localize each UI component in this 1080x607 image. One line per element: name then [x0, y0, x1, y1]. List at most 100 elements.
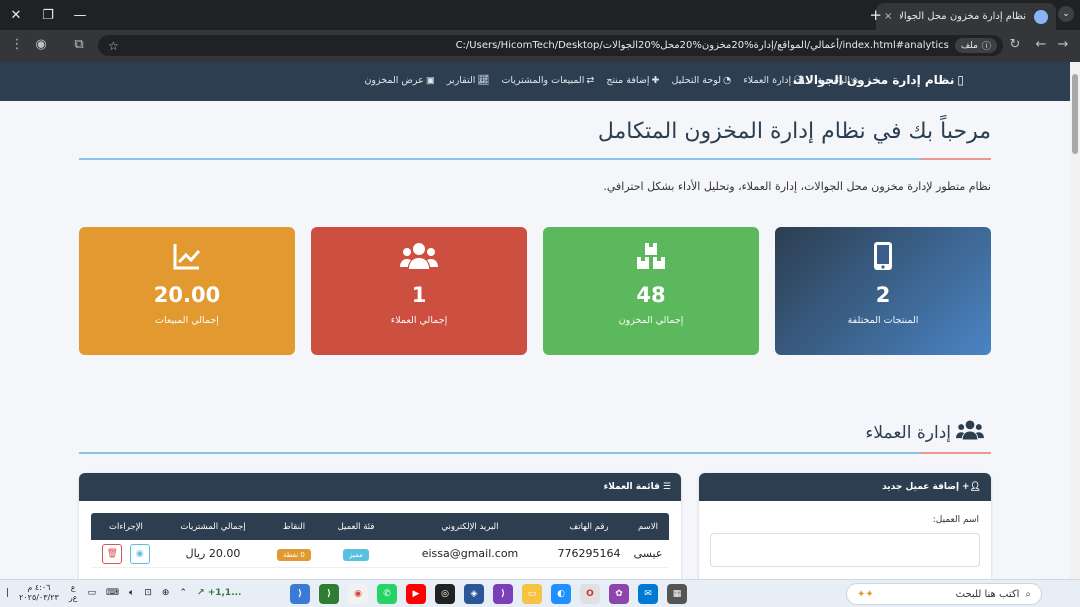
- taskbar-search[interactable]: ⌕ اكتب هنا للبحث ✦✦: [846, 583, 1042, 605]
- file-explorer-icon[interactable]: ▭: [522, 584, 542, 604]
- new-tab-button[interactable]: +: [869, 6, 882, 24]
- table-header: الاسم رقم الهاتف البريد الإلكتروني فئة ا…: [91, 513, 669, 540]
- keyboard-icon[interactable]: ⌨: [106, 588, 119, 598]
- nav-link-add-product[interactable]: ✚ إضافة منتج: [606, 75, 659, 86]
- reload-icon[interactable]: ↻: [1006, 37, 1024, 52]
- opera-icon[interactable]: O: [580, 584, 600, 604]
- nav-link-inventory[interactable]: ▣ عرض المخزون: [364, 75, 434, 86]
- nav-link-analytics[interactable]: ◔ لوحة التحليل: [672, 75, 732, 86]
- location-icon[interactable]: ⊕: [162, 588, 170, 598]
- user-plus-icon: 👤︎+: [962, 482, 981, 492]
- customer-name-input[interactable]: [710, 533, 980, 567]
- battery-icon[interactable]: ▭: [87, 588, 96, 598]
- stat-label: إجمالي العملاء: [390, 315, 448, 326]
- col-header: البريد الإلكتروني: [441, 521, 499, 532]
- col-header: رقم الهاتف: [569, 521, 609, 532]
- restore-window-icon[interactable]: ❐: [32, 0, 64, 30]
- title-divider: [79, 158, 991, 160]
- customers-table: الاسم رقم الهاتف البريد الإلكتروني فئة ا…: [91, 513, 669, 568]
- visual-studio-icon[interactable]: ⟩: [493, 584, 513, 604]
- tab-favicon-icon: [1034, 9, 1048, 24]
- mobile-icon: ▯: [957, 73, 964, 87]
- whatsapp-icon[interactable]: ✆: [377, 584, 397, 604]
- view-customer-button[interactable]: ◉: [129, 543, 150, 564]
- close-window-icon[interactable]: ✕: [0, 0, 32, 30]
- panel-title: إضافة عميل جديد: [882, 482, 960, 492]
- nav-link-reports[interactable]: 📈︎ التقارير: [447, 75, 490, 86]
- profile-avatar-icon[interactable]: ◉: [32, 37, 50, 52]
- back-icon[interactable]: →: [1054, 37, 1072, 52]
- stat-label: إجمالي المبيعات: [155, 315, 219, 326]
- category-badge: مميز: [343, 549, 369, 561]
- browser-menu-icon[interactable]: ⋮: [8, 37, 26, 52]
- stat-value: 48: [636, 283, 666, 307]
- scrollbar-thumb[interactable]: [1072, 74, 1078, 154]
- mobile-icon: [775, 241, 991, 271]
- app-navbar: ▯ نظام إدارة مخزون الجوالات ⌂ الرئيسية 👥︎…: [0, 62, 1070, 101]
- lang-text: ع: [70, 583, 76, 592]
- visual-studio-code-insiders-icon[interactable]: ⟩: [319, 584, 339, 604]
- bookmark-star-icon[interactable]: ☆: [108, 39, 119, 53]
- store-icon[interactable]: ▦: [667, 584, 687, 604]
- site-info-chip[interactable]: ⓘ ملف: [954, 38, 997, 53]
- volume-icon[interactable]: 🔈︎: [129, 588, 134, 598]
- minimize-window-icon[interactable]: —: [64, 0, 96, 30]
- trend-up-icon: ↗: [197, 588, 205, 598]
- users-icon: [311, 241, 527, 271]
- vscode-icon[interactable]: ⟩: [290, 584, 310, 604]
- url-text[interactable]: C:/Users/HicomTech/Desktop/أعمالي/المواق…: [456, 40, 949, 51]
- customer-actions: ◉ 🗑︎: [91, 543, 161, 564]
- page-scrollbar[interactable]: [1070, 62, 1080, 579]
- sparkle-icon: ✦✦: [857, 588, 874, 600]
- nav-link-customers[interactable]: 👥︎ إدارة العملاء: [743, 75, 805, 86]
- chart-pie-icon: ◔: [723, 75, 732, 86]
- nav-link-label: لوحة التحليل: [671, 75, 722, 86]
- delete-customer-button[interactable]: 🗑︎: [102, 543, 123, 564]
- chrome-icon[interactable]: ◉: [348, 584, 368, 604]
- customers-list-panel: ☰ قائمة العملاء الاسم رقم الهاتف البريد …: [79, 473, 681, 579]
- nav-link-label: المبيعات والمشتريات: [501, 75, 585, 86]
- exchange-icon: ⇄: [586, 75, 595, 86]
- intro-text: نظام متطور لإدارة مخزون محل الجوالات، إد…: [603, 180, 991, 193]
- nav-link-label: الرئيسية: [817, 75, 850, 86]
- nav-link-home[interactable]: ⌂ الرئيسية: [817, 75, 858, 86]
- trash-icon: 🗑︎: [106, 548, 118, 559]
- browser-tab[interactable]: نظام إدارة مخزون محل الجوالات ×: [876, 3, 1056, 30]
- tab-close-icon[interactable]: ×: [884, 11, 892, 22]
- mail-icon[interactable]: ✉: [638, 584, 658, 604]
- lang-text-2: ﻉﺭ: [68, 593, 78, 602]
- tab-search-icon[interactable]: ⌄: [1058, 6, 1074, 22]
- extensions-icon[interactable]: ⧉: [70, 37, 88, 52]
- eye-icon: ◉: [135, 548, 144, 559]
- edge-icon[interactable]: ◐: [551, 584, 571, 604]
- customer-name-label: اسم العميل:: [932, 515, 979, 525]
- language-indicator[interactable]: ع ﻉﺭ: [69, 583, 78, 603]
- stat-card-sales: 20.00 إجمالي المبيعات: [79, 227, 295, 355]
- stat-card-stock: 48 إجمالي المخزون: [543, 227, 759, 355]
- notification-icon[interactable]: |: [6, 588, 9, 598]
- col-header: فئة العميل: [337, 521, 375, 532]
- show-hidden-icon[interactable]: ⌃: [179, 588, 187, 598]
- col-header: الاسم: [638, 521, 658, 532]
- github-icon[interactable]: ◎: [435, 584, 455, 604]
- nav-link-label: إضافة منتج: [606, 75, 650, 86]
- date-text: ٢٠٢٥/٠٣/٢٣: [19, 593, 59, 602]
- nav-link-label: إدارة العملاء: [743, 75, 792, 86]
- home-icon: ⌂: [851, 75, 858, 86]
- youtube-icon[interactable]: ▶: [406, 584, 426, 604]
- address-bar[interactable]: ⓘ ملف C:/Users/HicomTech/Desktop/أعمالي/ا…: [98, 35, 1003, 56]
- boxes-icon: [543, 241, 759, 271]
- stat-label: إجمالي المخزون: [618, 315, 684, 326]
- stat-value: 2: [875, 283, 891, 307]
- taskbar: ⌕ اكتب هنا للبحث ✦✦ ⟩ ⟩ ◉ ✆ ▶ ◎ ◈ ⟩ ▭ ◐ …: [0, 579, 1080, 607]
- network-icon[interactable]: ⊡: [144, 588, 152, 598]
- taskbar-clock[interactable]: ٤:٠٦ م ٢٠٢٥/٠٣/٢٣: [19, 583, 59, 603]
- copilot-icon[interactable]: ✿: [609, 584, 629, 604]
- site-chip-label: ملف: [960, 40, 978, 51]
- stock-text: +1,1...: [207, 588, 242, 598]
- forward-icon[interactable]: ←: [1032, 37, 1050, 52]
- panel-title: قائمة العملاء: [603, 482, 660, 492]
- stock-widget[interactable]: ↗ +1,1...: [197, 588, 241, 598]
- nav-link-sales[interactable]: ⇄ المبيعات والمشتريات: [501, 75, 594, 86]
- remote-desktop-icon[interactable]: ◈: [464, 584, 484, 604]
